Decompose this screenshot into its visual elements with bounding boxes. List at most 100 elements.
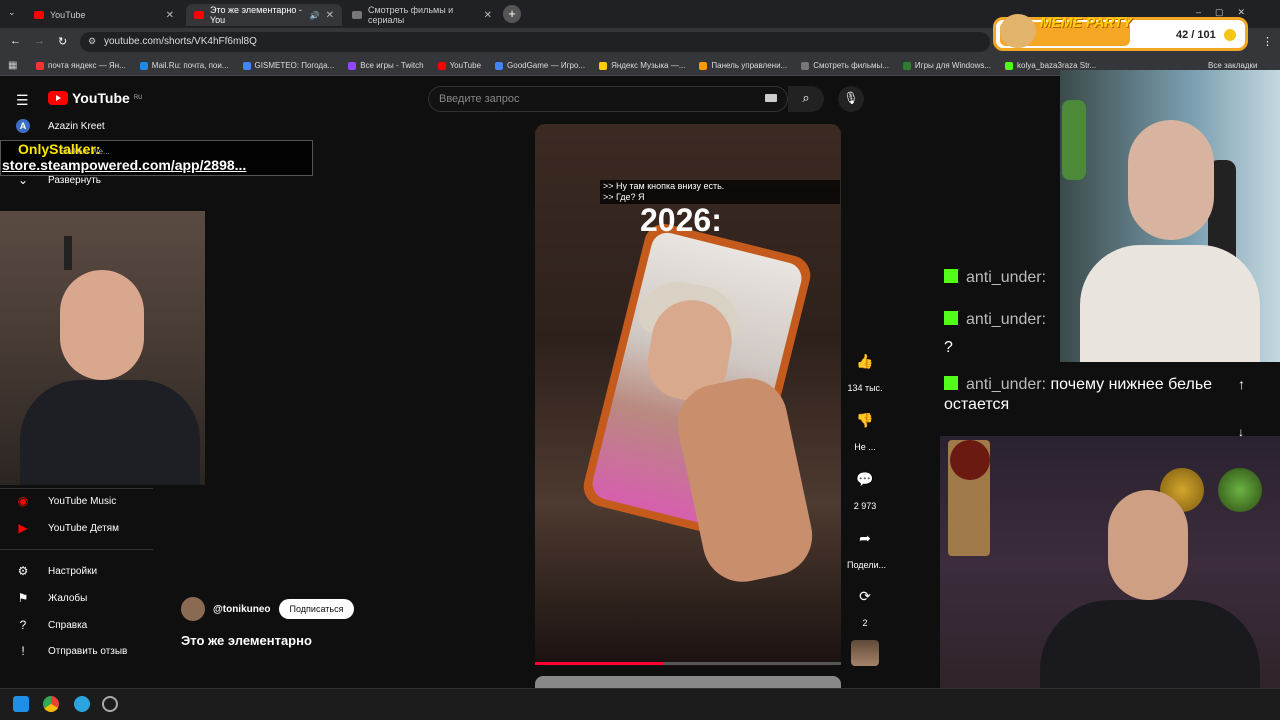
- apps-grid-icon[interactable]: ▦: [8, 60, 17, 71]
- bookmark-item[interactable]: Игры для Windows...: [902, 61, 992, 70]
- help-icon: ?: [19, 618, 27, 632]
- bookmark-favicon-icon: [801, 61, 810, 70]
- search-icon: ⌕: [802, 90, 810, 105]
- remix-icon: ⟳: [859, 588, 871, 604]
- sidebar-item-reports[interactable]: ⚑ Жалобы: [16, 591, 88, 605]
- close-icon[interactable]: ✕: [484, 10, 492, 21]
- gear-icon: ⚙: [17, 564, 29, 578]
- flag-icon: ⚑: [17, 591, 29, 605]
- close-icon[interactable]: ✕: [166, 10, 174, 21]
- tab-label: YouTube: [50, 10, 86, 20]
- bookmark-item[interactable]: Панель управлени...: [699, 61, 787, 70]
- sidebar-item-label: YouTube Детям: [48, 522, 119, 534]
- sidebar-item-youtube-music[interactable]: ◉ YouTube Music: [16, 494, 116, 508]
- sidebar-item-label: Настройки: [48, 565, 98, 577]
- tab-list-chevron-icon[interactable]: ⌄: [8, 7, 16, 18]
- bookmark-favicon-icon: [139, 61, 148, 70]
- bookmark-label: Игры для Windows...: [914, 61, 992, 70]
- subscribe-button[interactable]: Подписаться: [278, 599, 355, 619]
- youtube-logo[interactable]: YouTube RU: [48, 90, 142, 106]
- chat-user: anti_under:: [966, 376, 1047, 393]
- telegram-icon[interactable]: [74, 696, 90, 712]
- chat-message: anti_under:: [944, 268, 1046, 288]
- channel-name[interactable]: @tonikuneo: [213, 604, 271, 615]
- bookmark-item[interactable]: kolya_baza3raza Str...: [1005, 61, 1096, 70]
- scroll-down-icon[interactable]: ↓: [1238, 425, 1244, 439]
- sidebar-divider: [0, 549, 153, 550]
- like-button[interactable]: 👍 134 тыс.: [847, 347, 883, 393]
- hamburger-menu-icon[interactable]: ☰: [16, 92, 29, 109]
- new-tab-button[interactable]: +: [503, 5, 521, 23]
- sidebar-item-label: Отправить отзыв: [48, 645, 128, 657]
- menu-dots-icon[interactable]: ⋮: [1262, 35, 1273, 48]
- dislike-button[interactable]: 👎 Не ...: [847, 406, 883, 452]
- tab-active-short[interactable]: Это же элементарно - You 🔊 ✕: [186, 4, 342, 26]
- bookmark-label: Яндекс Музыка —...: [611, 61, 686, 70]
- app-icon[interactable]: [102, 696, 118, 712]
- like-count: 134 тыс.: [847, 383, 883, 393]
- sidebar-item-youtube-kids[interactable]: ▶ YouTube Детям: [16, 521, 119, 535]
- scroll-up-icon[interactable]: ↑: [1238, 376, 1245, 392]
- keyboard-icon[interactable]: [765, 94, 777, 102]
- streamer-face: [60, 270, 144, 380]
- all-bookmarks[interactable]: Все закладки: [1208, 61, 1257, 70]
- bookmark-favicon-icon: [699, 61, 708, 70]
- bookmark-item[interactable]: GISMETEO: Погода...: [242, 61, 334, 70]
- sidebar-item-label: Azazin Kreet: [48, 120, 105, 132]
- comments-button[interactable]: 💬 2 973: [847, 465, 883, 511]
- feedback-icon: !: [21, 644, 25, 658]
- bookmark-item[interactable]: почта яндекс — Ян...: [36, 61, 126, 70]
- search-placeholder: Введите запрос: [439, 93, 520, 105]
- remix-button[interactable]: ⟳ 2: [847, 582, 883, 628]
- bookmark-label: Панель управлени...: [711, 61, 788, 70]
- sidebar-item-label: Справка: [48, 619, 88, 631]
- bookmark-item[interactable]: YouTube: [437, 61, 481, 70]
- sidebar-item-help[interactable]: ? Справка: [16, 618, 88, 632]
- streamer-body: [20, 380, 200, 485]
- channel-avatar[interactable]: [181, 597, 205, 621]
- tab-movies[interactable]: Смотреть фильмы и сериалы ✕: [344, 4, 500, 26]
- bookmark-favicon-icon: [36, 61, 44, 70]
- logo-text: YouTube: [72, 90, 130, 106]
- chrome-icon[interactable]: [43, 696, 59, 712]
- bookmark-item[interactable]: GoodGame — Игро...: [495, 61, 585, 70]
- chat-message: anti_under: почему нижнее белье остается: [944, 375, 1244, 415]
- ceiling-lamp: [64, 236, 72, 270]
- next-short-preview[interactable]: [535, 676, 841, 688]
- bookmark-item[interactable]: Mail.Ru: почта, пои...: [139, 61, 229, 70]
- reload-icon[interactable]: ↻: [58, 35, 67, 48]
- url-field[interactable]: youtube.com/shorts/VK4hFf6ml8Q: [80, 32, 990, 52]
- bookmark-label: Все игры - Twitch: [360, 61, 424, 70]
- sound-thumbnail[interactable]: [851, 640, 879, 666]
- close-icon[interactable]: ✕: [326, 10, 334, 21]
- voice-search-button[interactable]: 🎙: [838, 86, 864, 112]
- search-button[interactable]: ⌕: [788, 86, 824, 112]
- thumbs-down-icon: 👎: [856, 412, 874, 428]
- tab-label: Это же элементарно - You: [210, 5, 302, 25]
- sidebar-item-account[interactable]: A Azazin Kreet: [16, 119, 105, 133]
- youtube-kids-icon: ▶: [18, 521, 28, 535]
- speaker-icon[interactable]: 🔊: [310, 11, 320, 20]
- bookmark-item[interactable]: Смотреть фильмы...: [801, 61, 889, 70]
- bookmark-favicon-icon: [242, 61, 251, 70]
- site-info-icon[interactable]: ⚙: [88, 36, 96, 47]
- share-button[interactable]: ➦ Подели...: [847, 524, 887, 570]
- dislike-label: Не ...: [854, 442, 876, 452]
- meme-party-count: 42 / 101: [1176, 29, 1216, 41]
- search-input[interactable]: Введите запрос: [428, 86, 788, 112]
- sidebar-item-label: Развернуть: [48, 174, 102, 186]
- youtube-favicon-icon: [194, 11, 204, 19]
- windows-start-icon[interactable]: [13, 696, 29, 712]
- thumbs-up-icon: 👍: [856, 353, 874, 369]
- sidebar-divider: [0, 488, 153, 489]
- forward-icon[interactable]: →: [34, 35, 45, 47]
- sidebar-item-feedback[interactable]: ! Отправить отзыв: [16, 644, 127, 658]
- video-progress-fill: [535, 662, 664, 665]
- share-label: Подели...: [847, 560, 887, 570]
- back-icon[interactable]: ←: [10, 35, 21, 47]
- sidebar-item-settings[interactable]: ⚙ Настройки: [16, 564, 97, 578]
- bookmark-item[interactable]: Яндекс Музыка —...: [599, 61, 685, 70]
- bookmark-label: kolya_baza3raza Str...: [1017, 61, 1097, 70]
- tab-youtube[interactable]: YouTube ✕: [26, 4, 182, 26]
- bookmark-item[interactable]: Все игры - Twitch: [348, 61, 424, 70]
